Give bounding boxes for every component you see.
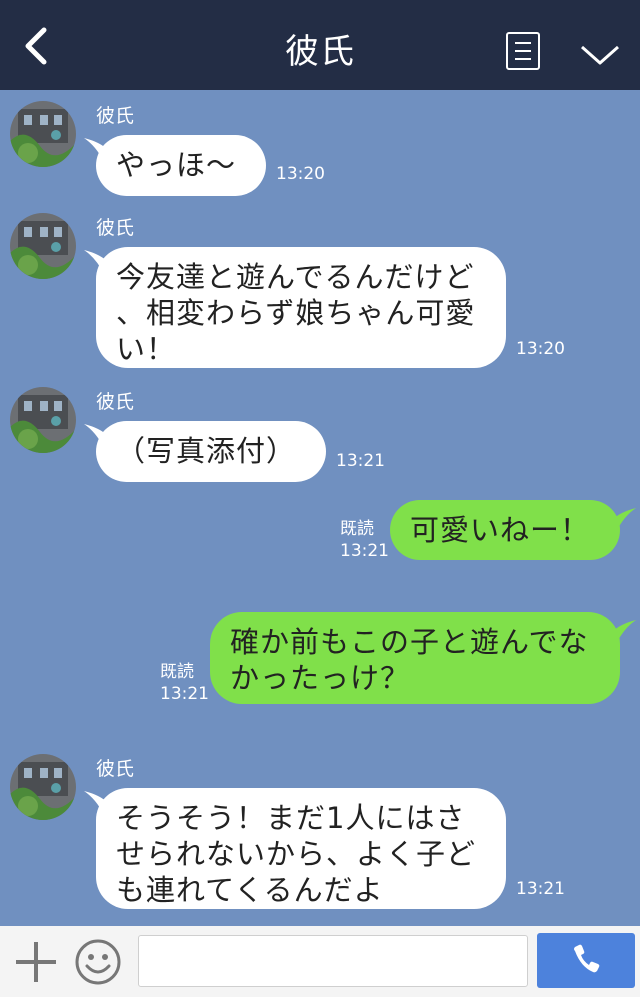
message-time: 13:21: [336, 451, 385, 471]
sender-name: 彼氏: [96, 217, 135, 239]
chat-header: 彼氏: [0, 0, 640, 90]
avatar[interactable]: [10, 754, 76, 820]
chat-title: 彼氏: [285, 32, 355, 72]
message-time: 13:21: [340, 541, 389, 561]
message-time: 13:21: [160, 684, 209, 704]
phone-icon: [574, 944, 600, 973]
sender-name: 彼氏: [96, 391, 135, 413]
message-bubble[interactable]: 今友達と遊んでるんだけど 、相変わらず娘ちゃん可愛 い！: [96, 247, 506, 368]
read-receipt: 既読 13:21: [160, 661, 209, 705]
message-line: 確か前もこの子と遊んでな: [230, 625, 589, 659]
avatar[interactable]: [10, 387, 76, 453]
read-status: 既読: [340, 519, 374, 539]
chevron-down-icon[interactable]: [580, 44, 620, 66]
message-line: かったっけ？: [230, 661, 411, 695]
message-line: せられないから、よく子ど: [116, 837, 477, 871]
message-time: 13:21: [516, 879, 565, 899]
message-line: い！: [116, 332, 177, 366]
message-bubble[interactable]: 可愛いねー！: [390, 500, 620, 560]
message-bubble[interactable]: （写真添付）: [96, 421, 326, 482]
message-line: そうそう！まだ1人にはさ: [116, 801, 466, 835]
plus-icon[interactable]: [14, 940, 58, 984]
message-bubble[interactable]: 確か前もこの子と遊んでな かったっけ？: [210, 612, 620, 704]
message-bubble[interactable]: やっほ〜: [96, 135, 266, 196]
message-time: 13:20: [276, 164, 325, 184]
sender-name: 彼氏: [96, 758, 135, 780]
avatar[interactable]: [10, 101, 76, 167]
message-bubble[interactable]: そうそう！まだ1人にはさ せられないから、よく子ど も連れてくるんだよ: [96, 788, 506, 909]
call-button[interactable]: [537, 933, 635, 988]
message-line: 、相変わらず娘ちゃん可愛: [116, 296, 476, 330]
message-line: 今友達と遊んでるんだけど: [116, 260, 475, 294]
read-receipt: 既読 13:21: [340, 518, 389, 562]
message-line: も連れてくるんだよ: [116, 873, 384, 907]
smiley-icon[interactable]: [74, 938, 122, 986]
read-status: 既読: [160, 662, 194, 682]
message-input[interactable]: [138, 935, 528, 987]
sender-name: 彼氏: [96, 105, 135, 127]
message-time: 13:20: [516, 339, 565, 359]
avatar[interactable]: [10, 213, 76, 279]
menu-icon[interactable]: [506, 32, 540, 70]
